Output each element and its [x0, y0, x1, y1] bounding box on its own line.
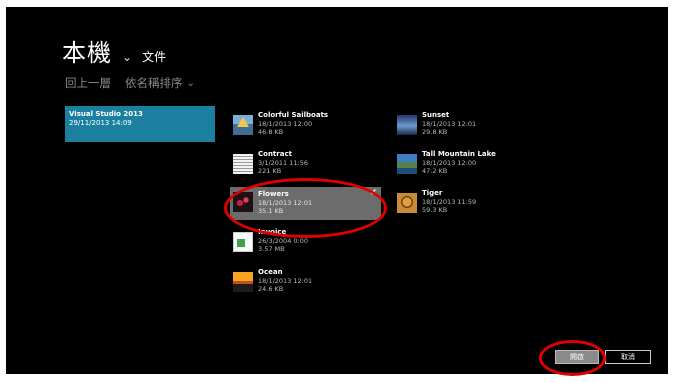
file-item-colorful-sailboats[interactable]: Colorful Sailboats 18/1/2013 12:00 46.8 … — [233, 111, 373, 141]
file-item-tall-mountain-lake[interactable]: Tall Mountain Lake 18/1/2013 12:00 47.2 … — [397, 150, 537, 180]
sort-dropdown[interactable]: 依名稱排序 ⌄ — [125, 75, 195, 91]
file-date: 18/1/2013 12:00 — [422, 158, 477, 167]
folder-date: 29/11/2013 14:09 — [69, 119, 132, 127]
chevron-down-icon[interactable]: ⌄ — [122, 50, 132, 64]
file-size: 47.2 KB — [422, 167, 448, 175]
spreadsheet-thumbnail-icon — [233, 232, 253, 252]
sunset-thumbnail-icon — [397, 115, 417, 135]
file-name: Ocean — [258, 268, 283, 276]
file-item-contract[interactable]: Contract 3/1/2011 11:56 221 KB — [233, 150, 373, 180]
file-size: 24.6 KB — [258, 285, 284, 293]
ocean-thumbnail-icon — [233, 272, 253, 292]
go-up-button[interactable]: 回上一層 — [65, 75, 111, 91]
file-date: 26/3/2004 0:00 — [258, 236, 308, 245]
cancel-button[interactable]: 取消 — [605, 350, 651, 364]
file-name: Flowers — [258, 190, 289, 198]
file-name: Sunset — [422, 111, 450, 119]
file-size: 59.3 KB — [422, 206, 448, 214]
location-title[interactable]: 本機 — [62, 33, 112, 68]
folder-name: Visual Studio 2013 — [69, 110, 143, 118]
file-date: 3/1/2011 11:56 — [258, 158, 308, 167]
file-date: 18/1/2013 12:00 — [258, 119, 313, 128]
tiger-thumbnail-icon — [397, 193, 417, 213]
file-item-invoice[interactable]: Invoice 26/3/2004 0:00 3.57 MB — [233, 228, 373, 258]
open-button[interactable]: 開啟 — [555, 350, 599, 364]
file-size: 35.1 KB — [258, 207, 284, 215]
file-item-ocean[interactable]: Ocean 18/1/2013 12:01 24.6 KB — [233, 268, 373, 298]
file-date: 18/1/2013 12:01 — [258, 276, 313, 285]
file-picker-screen: 本機 ⌄ 文件 回上一層 依名稱排序 ⌄ Visual Studio 2013 … — [6, 7, 668, 374]
file-name: Colorful Sailboats — [258, 111, 329, 119]
file-item-flowers[interactable]: Flowers 18/1/2013 12:01 35.1 KB ✔ — [230, 187, 381, 220]
file-date: 18/1/2013 11:59 — [422, 197, 477, 206]
sailboats-thumbnail-icon — [233, 115, 253, 135]
file-size: 221 KB — [258, 167, 282, 175]
chevron-down-icon: ⌄ — [186, 77, 195, 89]
sort-label: 依名稱排序 — [125, 76, 183, 90]
file-name: Contract — [258, 150, 292, 158]
file-item-sunset[interactable]: Sunset 18/1/2013 12:01 29.8 KB — [397, 111, 537, 141]
file-size: 46.8 KB — [258, 128, 284, 136]
flowers-thumbnail-icon — [233, 192, 253, 212]
location-header: 本機 ⌄ 文件 — [62, 33, 166, 68]
nav-row: 回上一層 依名稱排序 ⌄ — [65, 75, 195, 91]
file-name: Invoice — [258, 228, 287, 236]
file-name: Tall Mountain Lake — [422, 150, 496, 158]
document-thumbnail-icon — [233, 154, 253, 174]
lake-thumbnail-icon — [397, 154, 417, 174]
file-size: 29.8 KB — [422, 128, 448, 136]
file-item-tiger[interactable]: Tiger 18/1/2013 11:59 59.3 KB — [397, 189, 537, 219]
file-date: 18/1/2013 12:01 — [258, 198, 313, 207]
sublocation-label: 文件 — [142, 50, 167, 64]
checkmark-icon: ✔ — [369, 188, 377, 198]
file-date: 18/1/2013 12:01 — [422, 119, 477, 128]
file-name: Tiger — [422, 189, 443, 197]
folder-tile-visual-studio[interactable]: Visual Studio 2013 29/11/2013 14:09 — [65, 106, 215, 142]
file-size: 3.57 MB — [258, 245, 285, 253]
